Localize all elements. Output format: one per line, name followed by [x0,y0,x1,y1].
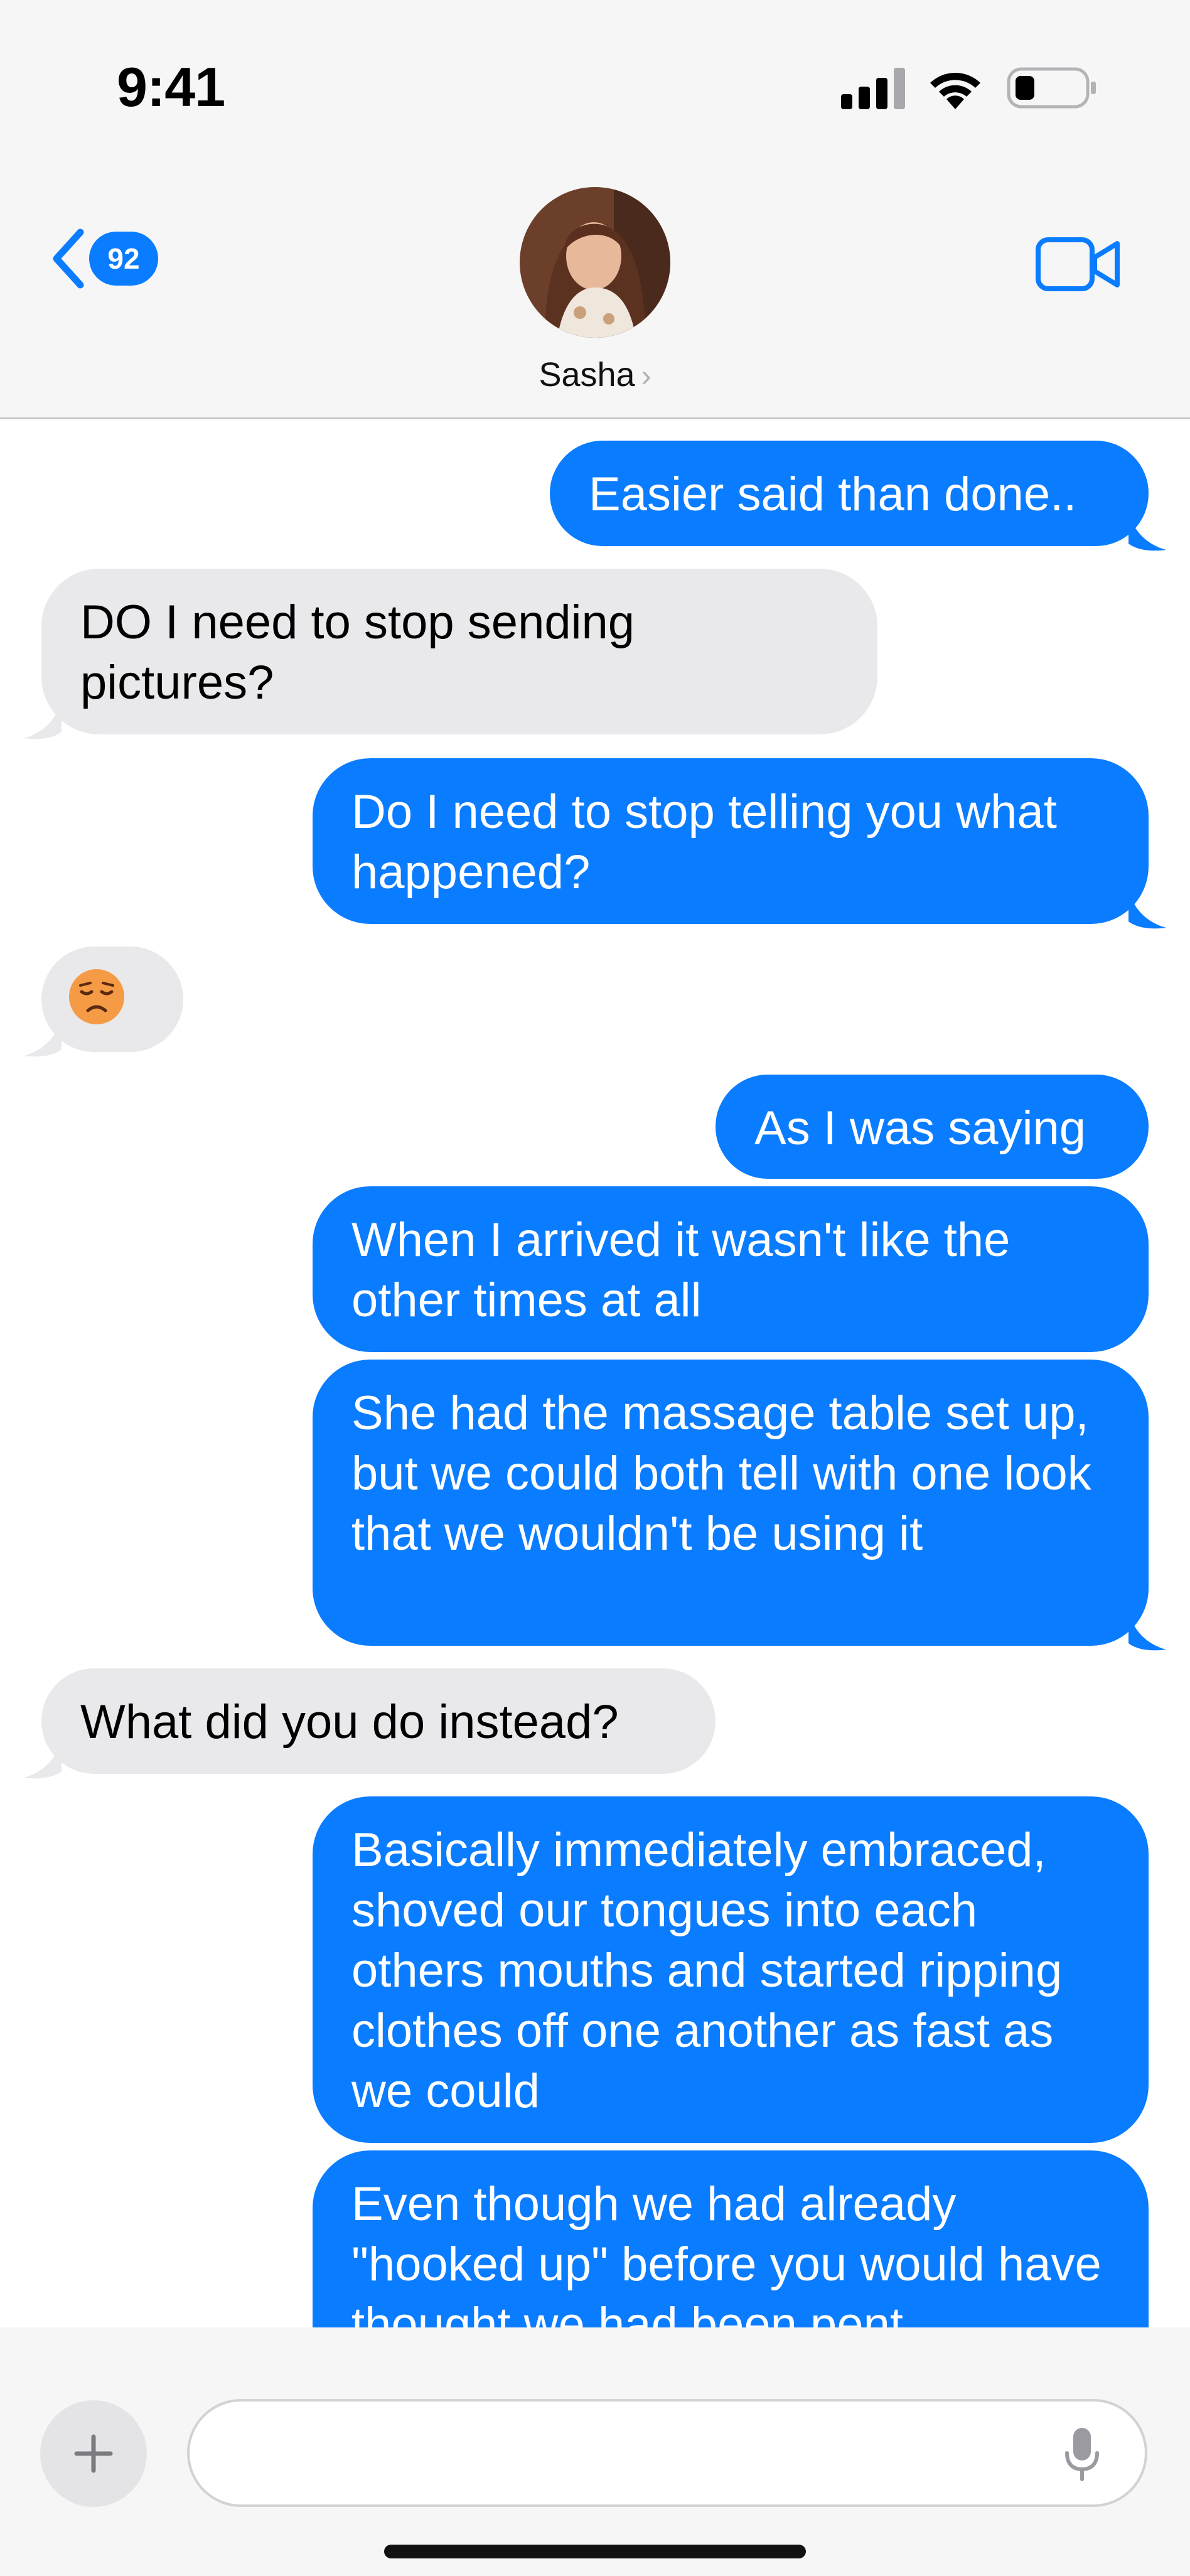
message-text: When I arrived it wasn't like the other … [351,1213,1010,1327]
bubble-tail [1128,891,1166,929]
bubble-tail [24,1741,62,1779]
microphone-icon[interactable] [1063,2425,1101,2483]
home-indicator[interactable] [384,2545,806,2558]
message-bubble-sent[interactable]: Basically immediately embraced, shoved o… [313,1796,1149,2143]
unread-count-badge: 92 [89,232,158,286]
plus-icon [74,2434,113,2473]
status-time: 9:41 [117,56,225,118]
bubble-tail [24,702,62,739]
contact-name-label: Sasha [539,356,635,394]
message-bubble-received[interactable]: DO I need to stop sending pictures? [24,569,877,739]
wifi-icon [930,73,980,109]
message-text: DO I need to stop sending pictures? [80,596,635,709]
message-input[interactable] [187,2399,1147,2507]
message-text: What did you do instead? [80,1695,619,1749]
message-text: Do I need to stop telling you what happe… [351,785,1057,899]
message-bubble-sent[interactable]: When I arrived it wasn't like the other … [313,1186,1149,1352]
navigation-header: 9:41 92 Sasha › [0,0,1190,419]
message-text: Easier said than done.. [589,468,1077,521]
add-attachment-button[interactable] [40,2400,147,2507]
composer-bar [0,2327,1190,2576]
chevron-right-icon: › [641,360,651,393]
battery-icon [1007,67,1096,109]
message-bubble-sent[interactable]: Do I need to stop telling you what happe… [313,758,1166,929]
bubble-tail [24,1019,62,1057]
message-bubble-sent[interactable]: She had the massage table set up, but we… [313,1360,1166,1651]
message-text: Basically immediately embraced, shoved o… [351,1823,1063,2118]
message-bubble-received[interactable] [24,947,183,1057]
message-text: She had the massage table set up, but we… [351,1387,1091,1560]
avatar-photo [520,187,670,338]
back-chevron-icon [53,228,84,289]
contact-name[interactable]: Sasha › [0,355,1190,394]
bubble-tail [1128,513,1166,551]
message-bubble-sent[interactable]: Easier said than done.. [550,441,1166,551]
message-text: Even though we had already "hooked up" b… [351,2177,1102,2351]
bubble-tail [1128,1613,1166,1651]
contact-avatar[interactable] [520,187,670,338]
back-button[interactable]: 92 [49,226,158,291]
message-bubble-received[interactable]: What did you do instead? [24,1668,716,1779]
message-text: As I was saying [754,1102,1086,1155]
message-bubble-sent[interactable]: As I was saying [716,1075,1149,1179]
weary-face-emoji-icon [69,969,124,1024]
video-call-icon[interactable] [1036,236,1122,292]
cellular-signal-icon [841,68,905,109]
